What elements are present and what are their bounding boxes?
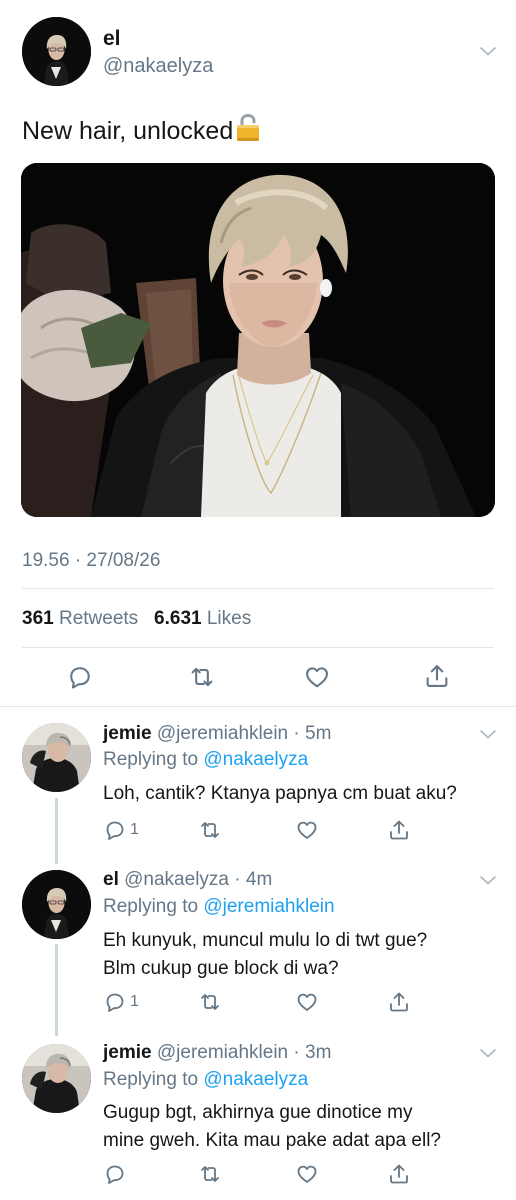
retweet-icon[interactable] <box>188 663 216 691</box>
share-icon[interactable] <box>423 662 451 690</box>
chevron-down-icon[interactable] <box>479 728 497 740</box>
reply-text: Eh kunyuk, muncul mulu lo di twt gue? Bl… <box>103 927 503 983</box>
tweet-photo-image <box>21 163 495 517</box>
retweets-label: Retweets <box>58 608 139 629</box>
divider <box>22 647 494 648</box>
reply-text-line: Eh kunyuk, muncul mulu lo di twt gue? <box>103 930 428 951</box>
chevron-down-icon[interactable] <box>479 45 497 57</box>
retweets-stat[interactable]: 361 Retweets <box>22 608 138 629</box>
likes-label: Likes <box>206 608 252 629</box>
reply-text-line: mine gweh. Kita mau pake adat apa ell? <box>103 1130 441 1151</box>
reply-actions: 1 <box>103 818 503 842</box>
reply-author-name[interactable]: jemie <box>103 723 152 744</box>
reply-author-name[interactable]: jemie <box>103 1042 152 1063</box>
avatar[interactable] <box>22 870 91 939</box>
reply-icon[interactable] <box>66 663 94 691</box>
retweet-icon[interactable] <box>198 1162 222 1186</box>
separator-dot: · <box>288 723 305 744</box>
reply-author-handle[interactable]: @jeremiahklein <box>157 1042 288 1063</box>
mention-link[interactable]: @nakaelyza <box>203 749 308 770</box>
chevron-down-icon[interactable] <box>479 1047 497 1059</box>
replying-to: Replying to @nakaelyza <box>103 1069 308 1091</box>
reply-time[interactable]: 5m <box>305 723 331 744</box>
reply-actions <box>103 1162 503 1186</box>
main-tweet: el @nakaelyza New hair, unlocked 19.56 ·… <box>0 0 516 706</box>
reply-action[interactable]: 1 <box>103 990 139 1014</box>
tweet-timestamp[interactable]: 19.56 · 27/08/26 <box>22 550 160 572</box>
like-icon[interactable] <box>295 1162 319 1186</box>
like-icon[interactable] <box>303 663 331 691</box>
reply-author-handle[interactable]: @jeremiahklein <box>157 723 288 744</box>
likes-stat[interactable]: 6.631 Likes <box>154 608 251 629</box>
avatar-image <box>22 723 91 792</box>
reply-tweet[interactable]: jemie @jeremiahklein · 5m Replying to @n… <box>0 715 516 855</box>
replying-to-label: Replying to <box>103 749 199 770</box>
author-handle[interactable]: @nakaelyza <box>103 55 213 78</box>
reply-time[interactable]: 3m <box>305 1042 331 1063</box>
reply-text: Gugup bgt, akhirnya gue dinotice my mine… <box>103 1099 503 1155</box>
avatar-image <box>22 1044 91 1113</box>
reply-icon[interactable] <box>103 818 127 842</box>
avatar[interactable] <box>22 1044 91 1113</box>
tweet-text: New hair, unlocked <box>22 113 261 146</box>
reply-text-line: Blm cukup gue block di wa? <box>103 958 339 979</box>
separator-dot: · <box>228 869 246 890</box>
reply-tweet[interactable]: el @nakaelyza · 4m Replying to @jeremiah… <box>0 862 516 1027</box>
open-lock-emoji-icon <box>237 113 260 141</box>
reply-action[interactable] <box>103 1162 130 1186</box>
reply-author-name[interactable]: el <box>103 869 119 890</box>
replying-to-label: Replying to <box>103 896 199 917</box>
reply-tweet[interactable]: jemie @jeremiahklein · 3m Replying to @n… <box>0 1036 516 1200</box>
avatar[interactable] <box>22 17 91 86</box>
avatar-image <box>22 870 91 939</box>
reply-header: jemie @jeremiahklein · 3m <box>103 1042 331 1064</box>
replying-to: Replying to @nakaelyza <box>103 749 308 771</box>
reply-author-handle[interactable]: @nakaelyza <box>124 869 229 890</box>
tweet-stats: 361 Retweets 6.631 Likes <box>22 608 251 630</box>
reply-time[interactable]: 4m <box>246 869 272 890</box>
tweet-photo[interactable] <box>21 163 495 517</box>
reply-text-line: Gugup bgt, akhirnya gue dinotice my <box>103 1102 413 1123</box>
reply-icon[interactable] <box>103 990 127 1014</box>
like-icon[interactable] <box>295 990 319 1014</box>
avatar[interactable] <box>22 723 91 792</box>
chevron-down-icon[interactable] <box>479 874 497 886</box>
share-icon[interactable] <box>387 818 411 842</box>
divider <box>0 706 516 707</box>
reply-text: Loh, cantik? Ktanya papnya cm buat aku? <box>103 780 503 808</box>
reply-count: 1 <box>130 993 139 1010</box>
retweet-icon[interactable] <box>198 818 222 842</box>
retweets-count: 361 <box>22 608 54 629</box>
author-name[interactable]: el <box>103 27 121 51</box>
reply-action[interactable]: 1 <box>103 818 139 842</box>
reply-text-line: Loh, cantik? Ktanya papnya cm buat aku? <box>103 783 457 804</box>
mention-link[interactable]: @jeremiahklein <box>203 896 334 917</box>
reply-header: jemie @jeremiahklein · 5m <box>103 723 331 745</box>
avatar-image <box>22 17 91 86</box>
share-icon[interactable] <box>387 990 411 1014</box>
reply-header: el @nakaelyza · 4m <box>103 869 272 891</box>
retweet-icon[interactable] <box>198 990 222 1014</box>
reply-icon[interactable] <box>103 1162 127 1186</box>
tweet-text-content: New hair, unlocked <box>22 117 234 145</box>
mention-link[interactable]: @nakaelyza <box>203 1069 308 1090</box>
replying-to-label: Replying to <box>103 1069 199 1090</box>
divider <box>22 588 494 589</box>
share-icon[interactable] <box>387 1162 411 1186</box>
separator-dot: · <box>288 1042 305 1063</box>
reply-actions: 1 <box>103 990 503 1014</box>
replying-to: Replying to @jeremiahklein <box>103 896 335 918</box>
likes-count: 6.631 <box>154 608 202 629</box>
like-icon[interactable] <box>295 818 319 842</box>
reply-count: 1 <box>130 821 139 838</box>
